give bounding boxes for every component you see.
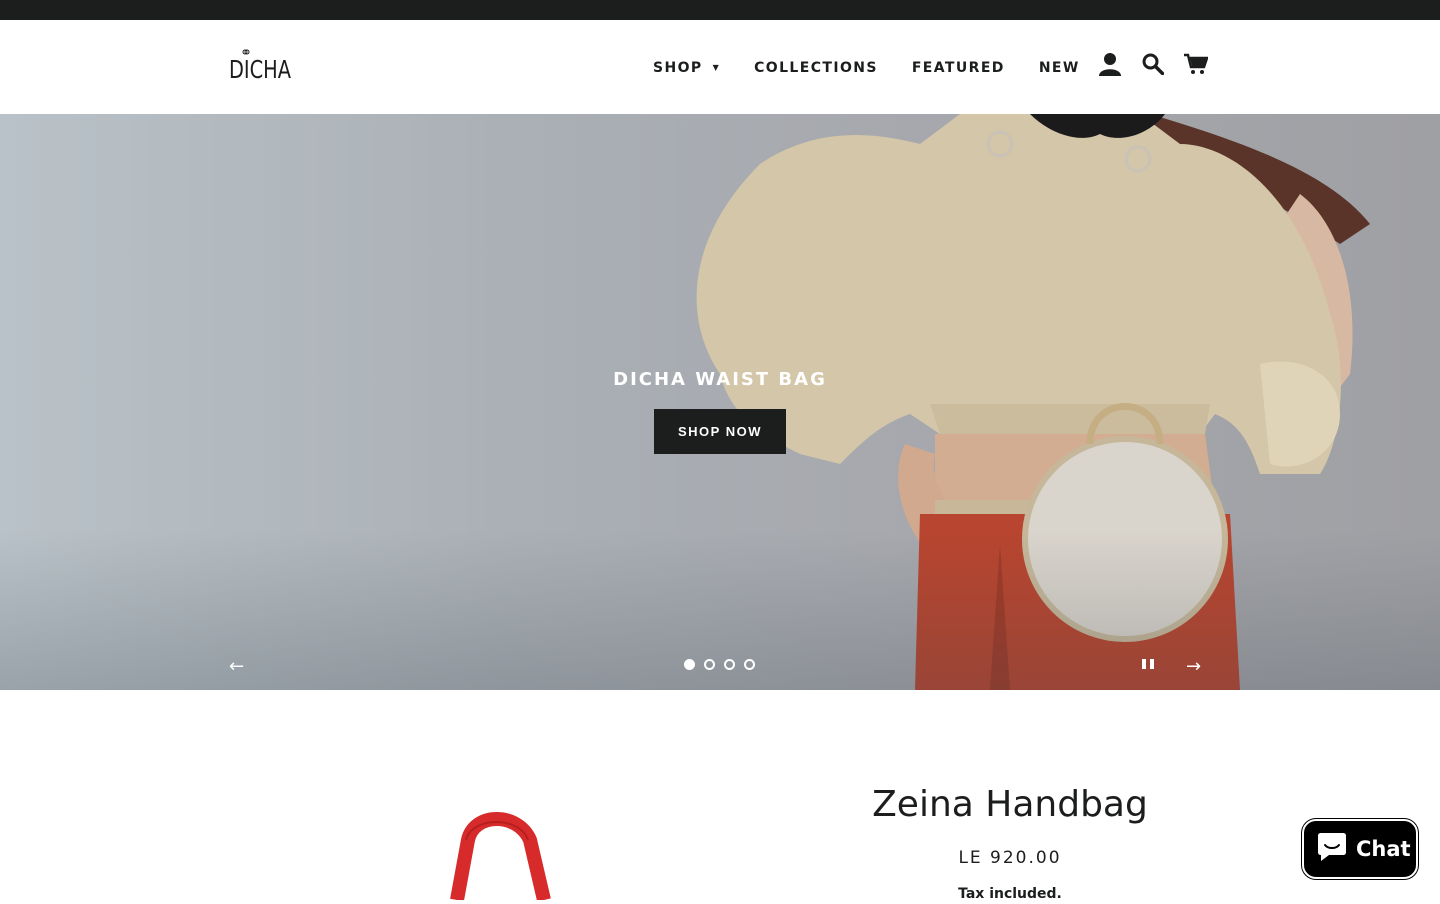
cart-icon[interactable] [1184, 53, 1209, 79]
product-title: Zeina Handbag [872, 784, 1148, 825]
main-nav: SHOP ▼ COLLECTIONS FEATURED NEW [653, 60, 1114, 76]
pause-icon[interactable] [1142, 659, 1154, 671]
nav-new[interactable]: NEW [1039, 60, 1080, 76]
product-info: Zeina Handbag LE 920.00 Tax included. [800, 778, 1220, 902]
site-header: DICHA SHOP ▼ COLLECTIONS FEATURED NEW [0, 20, 1440, 114]
chat-label: Chat [1356, 837, 1411, 861]
slider-controls: ← → [0, 654, 1440, 678]
svg-text:DICHA: DICHA [229, 55, 291, 82]
chevron-down-icon: ▼ [712, 62, 721, 72]
slide-dot-4[interactable] [744, 659, 755, 670]
nav-shop[interactable]: SHOP ▼ [653, 60, 720, 76]
arrow-right-icon[interactable]: → [1186, 656, 1201, 677]
chat-button[interactable]: Chat [1302, 819, 1418, 879]
slide-dot-3[interactable] [724, 659, 735, 670]
arrow-left-icon[interactable]: ← [229, 656, 244, 677]
chat-bubble-icon [1316, 832, 1348, 867]
slide-dots [684, 659, 764, 670]
announcement-bar [0, 0, 1440, 20]
header-icons [1098, 52, 1228, 80]
account-icon[interactable] [1098, 52, 1122, 80]
slide-dot-2[interactable] [704, 659, 715, 670]
product-image[interactable] [440, 800, 570, 902]
search-icon[interactable] [1142, 53, 1165, 79]
nav-collections[interactable]: COLLECTIONS [754, 60, 878, 76]
nav-featured[interactable]: FEATURED [912, 60, 1005, 76]
hero-slideshow: DICHA WAIST BAG SHOP NOW ← → [0, 114, 1440, 690]
shop-now-button[interactable]: SHOP NOW [654, 409, 786, 454]
nav-shop-label: SHOP [653, 60, 703, 76]
hero-title: DICHA WAIST BAG [613, 369, 827, 390]
product-price: LE 920.00 [958, 848, 1062, 868]
slide-dot-1[interactable] [684, 659, 695, 670]
logo[interactable]: DICHA [229, 48, 293, 82]
